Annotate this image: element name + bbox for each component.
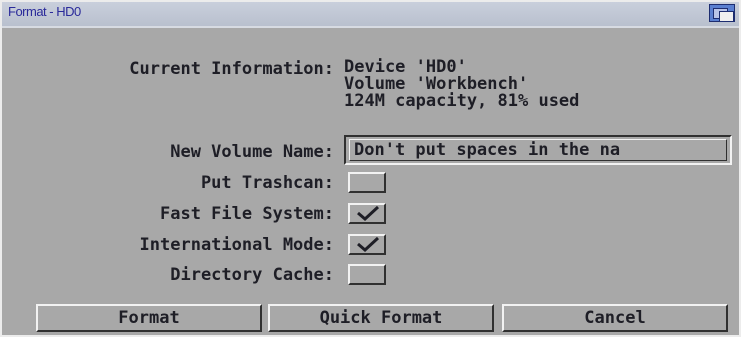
current-information-label: Current Information: — [129, 59, 334, 79]
checkmark-icon — [357, 205, 380, 222]
put-trashcan-label: Put Trashcan: — [200, 173, 334, 193]
international-mode-label: International Mode: — [139, 235, 334, 255]
directory-cache-label: Directory Cache: — [170, 265, 334, 285]
capacity-info: 124M capacity, 81% used — [344, 91, 580, 111]
fast-file-system-checkbox[interactable] — [348, 203, 386, 224]
volume-name-label: New Volume Name: — [170, 142, 334, 162]
volume-name-value: Don't put spaces in the na — [354, 140, 621, 160]
international-mode-checkbox[interactable] — [348, 234, 386, 255]
put-trashcan-checkbox[interactable] — [348, 172, 386, 193]
fast-file-system-label: Fast File System: — [160, 204, 334, 224]
depth-gadget-icon[interactable] — [709, 4, 735, 22]
directory-cache-checkbox[interactable] — [348, 264, 386, 285]
format-window: Format - HD0 Current Information: Device… — [0, 0, 741, 337]
title-bar[interactable]: Format - HD0 — [2, 2, 739, 28]
quick-format-button[interactable]: Quick Format — [268, 304, 494, 332]
volume-name-field[interactable]: Don't put spaces in the na — [344, 135, 732, 165]
format-button[interactable]: Format — [36, 304, 262, 332]
checkmark-icon — [357, 236, 380, 253]
window-title: Format - HD0 — [8, 4, 81, 19]
cancel-button[interactable]: Cancel — [502, 304, 728, 332]
